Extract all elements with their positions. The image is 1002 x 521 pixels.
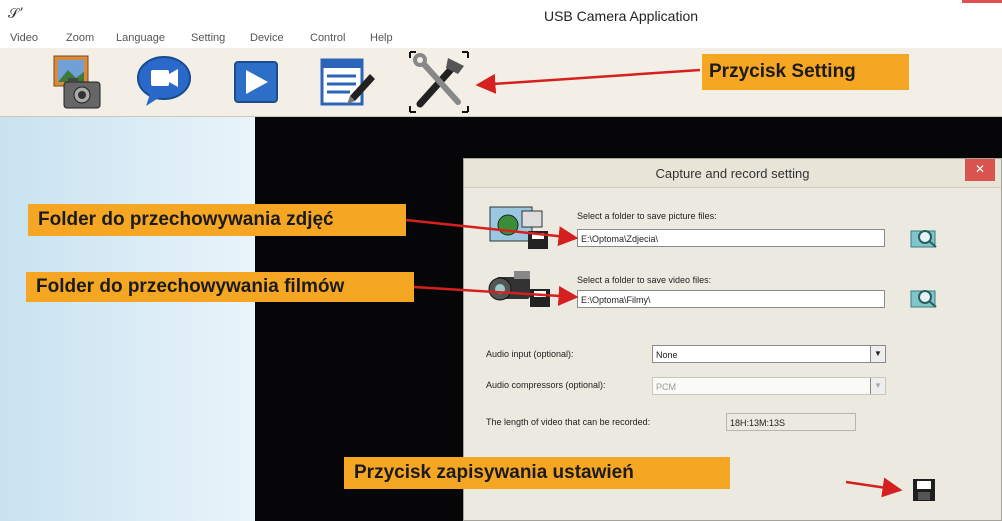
- close-accent[interactable]: [962, 0, 1002, 3]
- picture-folder-label: Select a folder to save picture files:: [577, 211, 717, 221]
- menu-control[interactable]: Control: [310, 32, 345, 44]
- audio-compressor-value: PCM: [656, 382, 676, 392]
- play-button[interactable]: [222, 48, 292, 116]
- menu-help[interactable]: Help: [370, 32, 393, 44]
- record-button[interactable]: [130, 48, 200, 116]
- chevron-down-icon[interactable]: ▼: [870, 346, 885, 362]
- setting-button[interactable]: [404, 48, 474, 116]
- browse-folder-icon: [910, 290, 937, 308]
- menu-setting[interactable]: Setting: [191, 32, 225, 44]
- picture-folder-input[interactable]: E:\Optoma\Zdjecia\: [577, 229, 885, 247]
- audio-compressor-label: Audio compressors (optional):: [486, 380, 606, 390]
- picture-folder-icon: [489, 206, 548, 249]
- play-icon: [234, 61, 278, 103]
- picture-folder-callout: Folder do przechowywania zdjęć: [28, 204, 406, 236]
- audio-compressor-select[interactable]: PCM ▼: [652, 377, 886, 395]
- picture-browse-button[interactable]: [909, 227, 939, 249]
- audio-input-label: Audio input (optional):: [486, 349, 574, 359]
- window-title: USB Camera Application: [543, 8, 699, 24]
- menu-video[interactable]: Video: [10, 32, 38, 44]
- edit-list-icon: [320, 58, 375, 106]
- video-folder-icon: [488, 271, 550, 307]
- browse-folder-icon: [910, 230, 937, 248]
- menu-zoom[interactable]: Zoom: [66, 32, 94, 44]
- video-length-label: The length of video that can be recorded…: [486, 417, 651, 427]
- preview-side-panel: [0, 117, 255, 521]
- save-button-callout: Przycisk zapisywania ustawień: [344, 457, 730, 489]
- chevron-down-icon[interactable]: ▼: [870, 378, 885, 394]
- menu-language[interactable]: Language: [116, 32, 165, 44]
- floppy-disk-icon: [913, 479, 935, 501]
- dialog-title: Capture and record setting: [655, 166, 810, 181]
- video-browse-button[interactable]: [909, 287, 939, 309]
- edit-button[interactable]: [312, 48, 382, 116]
- video-folder-callout: Folder do przechowywania filmów: [26, 272, 414, 302]
- toolbar: Przycisk Setting: [0, 48, 1002, 117]
- video-folder-input[interactable]: E:\Optoma\Filmy\: [577, 290, 885, 308]
- snapshot-button[interactable]: [42, 48, 112, 116]
- audio-input-select[interactable]: None ▼: [652, 345, 886, 363]
- title-bar: 𝒮ʼ USB Camera Application: [0, 0, 1002, 30]
- dialog-title-bar: Capture and record setting ✕: [464, 159, 1001, 188]
- dialog-close-button[interactable]: ✕: [965, 159, 995, 181]
- tools-icon: [409, 51, 469, 113]
- photo-camera-icon: [53, 55, 101, 109]
- video-camera-icon: [137, 56, 191, 106]
- menu-device[interactable]: Device: [250, 32, 284, 44]
- setting-callout: Przycisk Setting: [702, 54, 909, 90]
- video-length-value: 18H:13M:13S: [726, 413, 856, 431]
- save-button[interactable]: [911, 477, 937, 503]
- menu-bar: Video Zoom Language Setting Device Contr…: [0, 30, 1002, 48]
- video-folder-label: Select a folder to save video files:: [577, 275, 712, 285]
- audio-input-value: None: [656, 350, 678, 360]
